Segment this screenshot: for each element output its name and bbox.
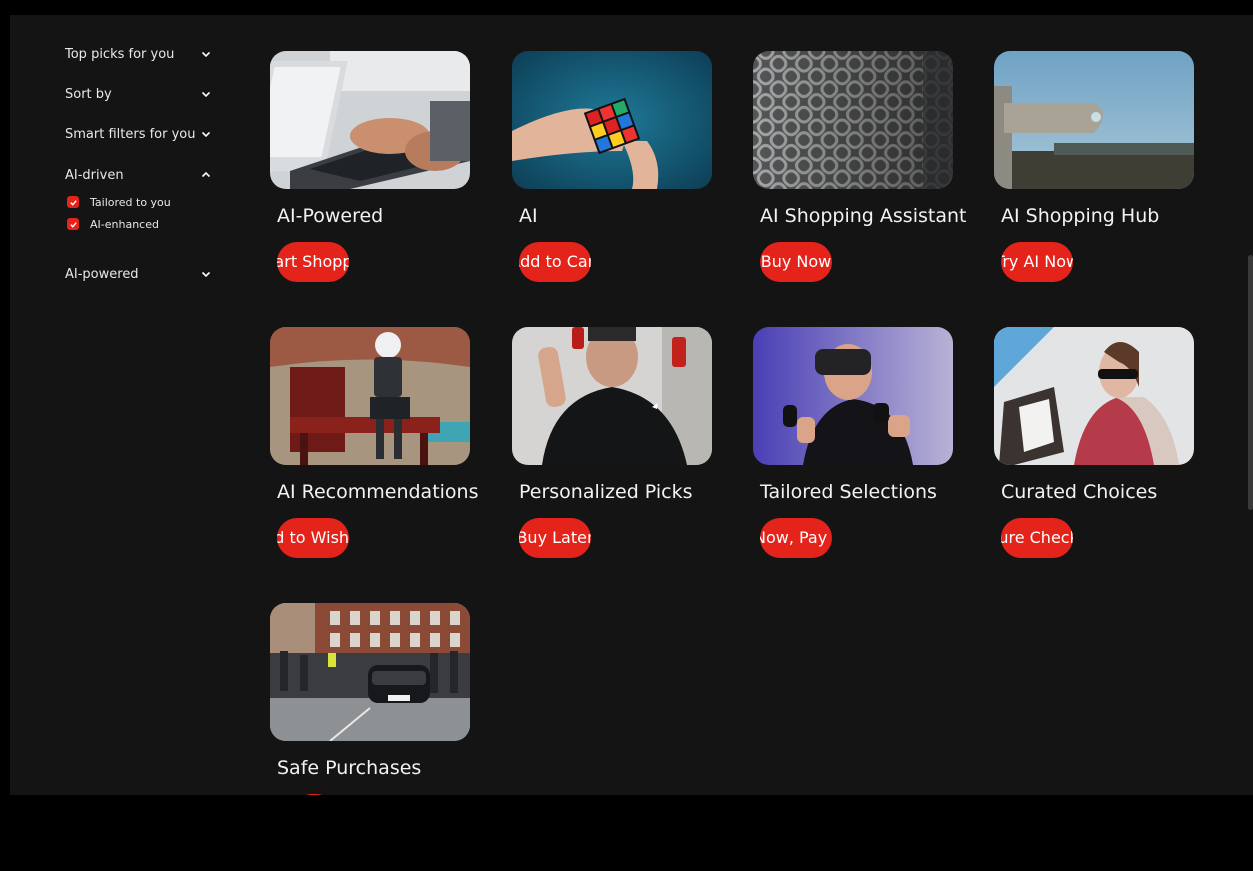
scrollbar-thumb[interactable] (1248, 255, 1253, 510)
product-title: Curated Choices (1001, 481, 1158, 503)
rubiks-cube-photo[interactable] (512, 51, 712, 189)
button-label: Secure Checkout (1001, 528, 1073, 547)
product-action-button[interactable]: Add to Cart (519, 242, 591, 282)
product-card[interactable]: AI Shopping Assistant Buy Now (753, 51, 973, 282)
option-tailored-to-you[interactable]: Tailored to you (67, 193, 171, 211)
chevron-down-icon (201, 129, 211, 139)
product-title: AI Shopping Hub (1001, 205, 1160, 227)
product-card[interactable]: AI-Powered Smart Shopping (270, 51, 490, 282)
filter-label: Smart filters for you (65, 126, 196, 142)
product-card[interactable]: Curated Choices Secure Checkout (994, 327, 1214, 558)
laptop-typing-photo[interactable] (270, 51, 470, 189)
product-action-button[interactable]: Add to Wishlist (277, 518, 349, 558)
man-juggling-photo[interactable] (512, 327, 712, 465)
option-label: AI-enhanced (90, 217, 159, 231)
button-label: Buy Now (760, 252, 832, 271)
filter-label: Sort by (65, 86, 112, 102)
button-label: Smart Shopping (277, 252, 349, 271)
product-card[interactable]: Safe Purchases (270, 603, 490, 795)
product-action-button[interactable] (292, 794, 336, 795)
button-label: Add to Wishlist (277, 528, 349, 547)
product-action-button[interactable]: Smart Shopping (277, 242, 349, 282)
chevron-up-icon (201, 170, 211, 180)
option-label: Tailored to you (90, 195, 171, 209)
product-action-button[interactable]: Try AI Now (1001, 242, 1073, 282)
product-card[interactable]: AI Recommendations Add to Wishlist (270, 327, 490, 558)
product-title: AI Recommendations (277, 481, 479, 503)
filter-smart-filters[interactable]: Smart filters for you (65, 123, 215, 145)
button-label: Buy Now, Pay Later (760, 528, 832, 547)
product-title: Safe Purchases (277, 757, 422, 779)
product-title: AI (519, 205, 538, 227)
robot-bench-photo[interactable] (270, 327, 470, 465)
product-action-button[interactable]: Buy Now, Pay Later (760, 518, 832, 558)
product-card[interactable]: AI Shopping Hub Try AI Now (994, 51, 1214, 282)
button-label: Add to Cart (519, 252, 591, 271)
product-title: Personalized Picks (519, 481, 693, 503)
product-action-button[interactable]: Buy Now (760, 242, 832, 282)
checkbox-checked-icon[interactable] (67, 218, 79, 230)
chevron-down-icon (201, 269, 211, 279)
product-title: AI Shopping Assistant (760, 205, 967, 227)
product-title: Tailored Selections (760, 481, 937, 503)
product-card[interactable]: Personalized Picks Buy Later (512, 327, 732, 558)
chevron-down-icon (201, 89, 211, 99)
chevron-down-icon (201, 49, 211, 59)
street-crowd-car-photo[interactable] (270, 603, 470, 741)
product-title: AI-Powered (277, 205, 384, 227)
filter-label: AI-driven (65, 167, 124, 183)
filter-top-picks[interactable]: Top picks for you (65, 43, 215, 65)
product-action-button[interactable]: Buy Later (519, 518, 591, 558)
product-action-button[interactable]: Secure Checkout (1001, 518, 1073, 558)
chain-fence-photo[interactable] (753, 51, 953, 189)
button-label: Buy Later (519, 528, 591, 547)
product-card[interactable]: AI Add to Cart (512, 51, 732, 282)
product-card[interactable]: Tailored Selections Buy Now, Pay Later (753, 327, 973, 558)
signpost-photo[interactable] (994, 51, 1194, 189)
option-ai-enhanced[interactable]: AI-enhanced (67, 215, 159, 233)
filter-label: AI-powered (65, 266, 139, 282)
woman-shopping-photo[interactable] (994, 327, 1194, 465)
button-label: Try AI Now (1001, 252, 1073, 271)
main-panel: Top picks for you Sort by Smart filters … (10, 15, 1253, 795)
filter-ai-powered[interactable]: AI-powered (65, 263, 215, 285)
filter-label: Top picks for you (65, 46, 175, 62)
vr-headset-photo[interactable] (753, 327, 953, 465)
filter-sort-by[interactable]: Sort by (65, 83, 215, 105)
checkbox-checked-icon[interactable] (67, 196, 79, 208)
filter-ai-driven[interactable]: AI-driven (65, 164, 215, 186)
